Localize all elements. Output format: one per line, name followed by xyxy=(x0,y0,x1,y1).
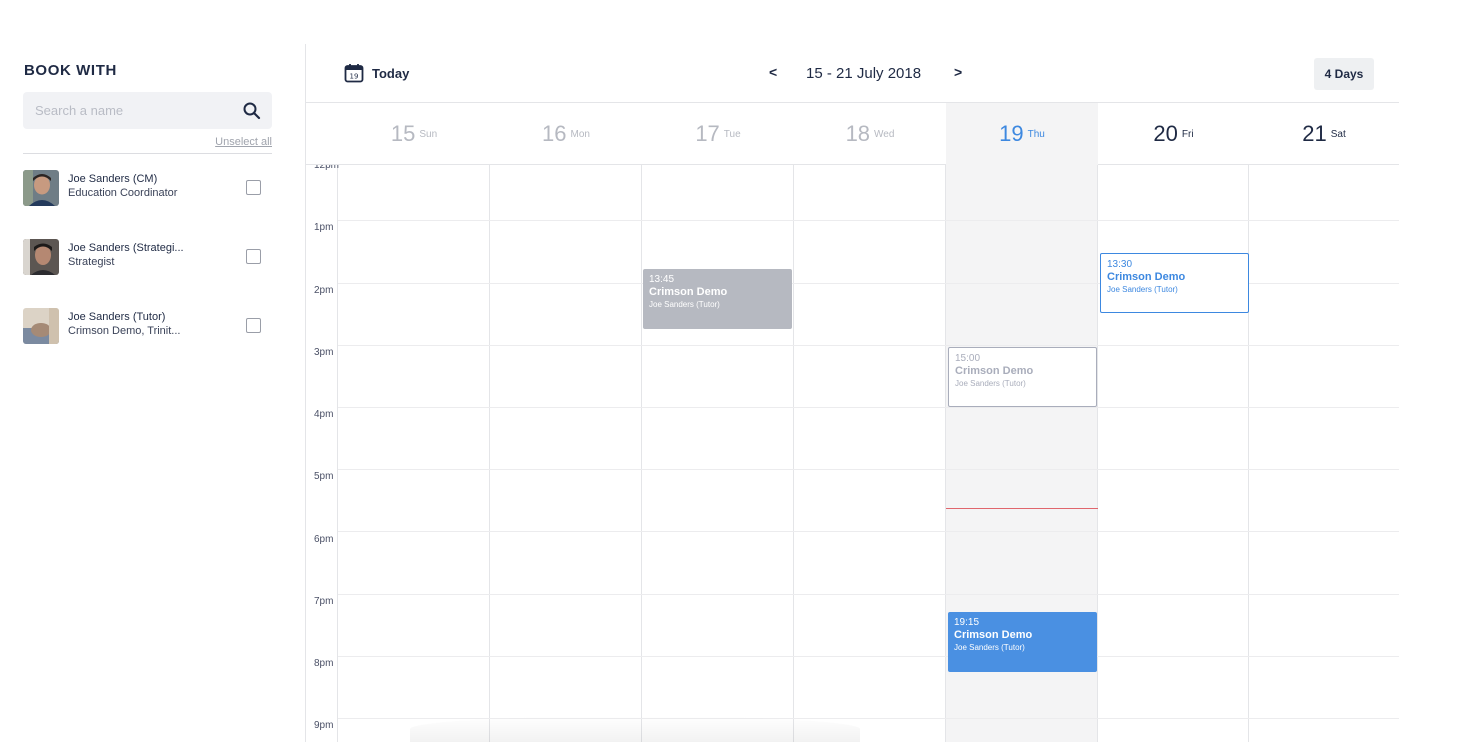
day-header-thu[interactable]: 19 Thu xyxy=(946,103,1098,165)
day-name: Tue xyxy=(723,128,741,140)
event-card[interactable]: 15:00 Crimson Demo Joe Sanders (Tutor) xyxy=(948,347,1097,407)
day-number: 20 xyxy=(1153,121,1178,146)
calendar-toolbar: 19 Today < 15 - 21 July 2018 > 4 Days xyxy=(306,44,1399,103)
day-name: Sun xyxy=(419,128,438,140)
sidebar-divider xyxy=(23,153,272,154)
time-label: 8pm xyxy=(314,658,334,669)
event-card[interactable]: 13:45 Crimson Demo Joe Sanders (Tutor) xyxy=(643,269,792,329)
current-time-indicator xyxy=(946,508,1098,509)
person-item-cm[interactable]: Joe Sanders (CM) Education Coordinator xyxy=(23,169,272,209)
person-role: Education Coordinator xyxy=(68,187,178,199)
event-time: 19:15 xyxy=(954,617,980,628)
person-role: Strategist xyxy=(68,256,115,268)
week-range-title: 15 - 21 July 2018 xyxy=(806,65,922,82)
search-icon[interactable] xyxy=(242,101,262,121)
day-name: Thu xyxy=(1027,128,1045,140)
day-header-sun[interactable]: 15 Sun xyxy=(338,103,490,165)
hour-line xyxy=(338,220,1399,221)
unselect-all-link[interactable]: Unselect all xyxy=(215,136,272,148)
time-label: 4pm xyxy=(314,409,334,420)
bottom-shadow xyxy=(410,716,860,742)
time-gutter: 12pm 1pm 2pm 3pm 4pm 5pm 6pm 7pm 8pm 9pm xyxy=(306,165,340,742)
day-header-fri[interactable]: 20 Fri xyxy=(1098,103,1249,165)
today-button[interactable]: 19 Today xyxy=(344,62,409,84)
time-label: 1pm xyxy=(314,222,334,233)
time-label: 7pm xyxy=(314,596,334,607)
time-label: 6pm xyxy=(314,534,334,545)
previous-week-button[interactable]: < xyxy=(769,64,777,80)
event-title: Crimson Demo xyxy=(1107,271,1186,283)
week-calendar: 19 Today < 15 - 21 July 2018 > 4 Days 15… xyxy=(305,44,1399,742)
person-checkbox[interactable] xyxy=(246,180,261,195)
day-number: 19 xyxy=(999,121,1024,146)
day-name: Wed xyxy=(874,128,895,140)
avatar xyxy=(23,308,59,344)
hour-line xyxy=(338,531,1399,532)
event-time: 13:30 xyxy=(1107,259,1133,270)
event-card[interactable]: 19:15 Crimson Demo Joe Sanders (Tutor) xyxy=(948,612,1097,672)
day-header-tue[interactable]: 17 Tue xyxy=(642,103,794,165)
next-week-button[interactable]: > xyxy=(954,64,962,80)
person-name: Joe Sanders (Tutor) xyxy=(68,311,166,323)
event-card[interactable]: 13:30 Crimson Demo Joe Sanders (Tutor) xyxy=(1100,253,1249,313)
person-name: Joe Sanders (Strategi... xyxy=(68,242,184,254)
time-label: 12pm xyxy=(314,165,340,171)
day-header-mon[interactable]: 16 Mon xyxy=(490,103,642,165)
view-mode-button[interactable]: 4 Days xyxy=(1314,58,1374,90)
day-number: 16 xyxy=(542,121,567,146)
person-item-tutor[interactable]: Joe Sanders (Tutor) Crimson Demo, Trinit… xyxy=(23,307,272,347)
sidebar-title: BOOK WITH xyxy=(24,62,117,79)
day-header-wed[interactable]: 18 Wed xyxy=(794,103,946,165)
search-input[interactable] xyxy=(23,92,233,129)
hour-line xyxy=(338,407,1399,408)
avatar xyxy=(23,170,59,206)
day-name: Mon xyxy=(570,128,590,140)
person-name: Joe Sanders (CM) xyxy=(68,173,158,185)
day-number: 18 xyxy=(845,121,871,146)
person-checkbox[interactable] xyxy=(246,318,261,333)
time-grid: 12pm 1pm 2pm 3pm 4pm 5pm 6pm 7pm 8pm 9pm… xyxy=(306,165,1399,742)
event-time: 15:00 xyxy=(955,353,981,364)
event-attendee: Joe Sanders (Tutor) xyxy=(649,300,720,309)
person-role: Crimson Demo, Trinit... xyxy=(68,325,181,337)
search-box xyxy=(23,92,272,129)
hour-line xyxy=(338,594,1399,595)
day-header-row: 15 Sun 16 Mon 17 Tue 18 Wed 19 Thu 20 Fr… xyxy=(306,103,1399,165)
time-label: 3pm xyxy=(314,347,334,358)
event-title: Crimson Demo xyxy=(649,286,728,298)
event-time: 13:45 xyxy=(649,274,675,285)
event-attendee: Joe Sanders (Tutor) xyxy=(954,643,1025,652)
event-attendee: Joe Sanders (Tutor) xyxy=(955,379,1026,388)
day-name: Fri xyxy=(1181,128,1194,140)
time-label: 2pm xyxy=(314,285,334,296)
day-name: Sat xyxy=(1330,128,1346,140)
person-item-strategist[interactable]: Joe Sanders (Strategi... Strategist xyxy=(23,238,272,278)
day-number: 21 xyxy=(1302,121,1327,146)
book-with-sidebar: BOOK WITH Unselect all Joe Sanders (CM) … xyxy=(0,0,290,742)
day-number: 15 xyxy=(390,121,416,146)
person-checkbox[interactable] xyxy=(246,249,261,264)
calendar-icon-day: 19 xyxy=(350,73,359,81)
hour-line xyxy=(338,345,1399,346)
hour-line xyxy=(338,656,1399,657)
hour-line xyxy=(338,469,1399,470)
time-label: 5pm xyxy=(314,471,334,482)
event-attendee: Joe Sanders (Tutor) xyxy=(1107,285,1178,294)
day-header-sat[interactable]: 21 Sat xyxy=(1249,103,1399,165)
time-label: 9pm xyxy=(314,720,334,731)
event-title: Crimson Demo xyxy=(955,365,1034,377)
today-label: Today xyxy=(372,65,410,81)
calendar-icon: 19 xyxy=(344,64,364,83)
event-title: Crimson Demo xyxy=(954,629,1033,641)
avatar xyxy=(23,239,59,275)
day-number: 17 xyxy=(695,121,720,146)
